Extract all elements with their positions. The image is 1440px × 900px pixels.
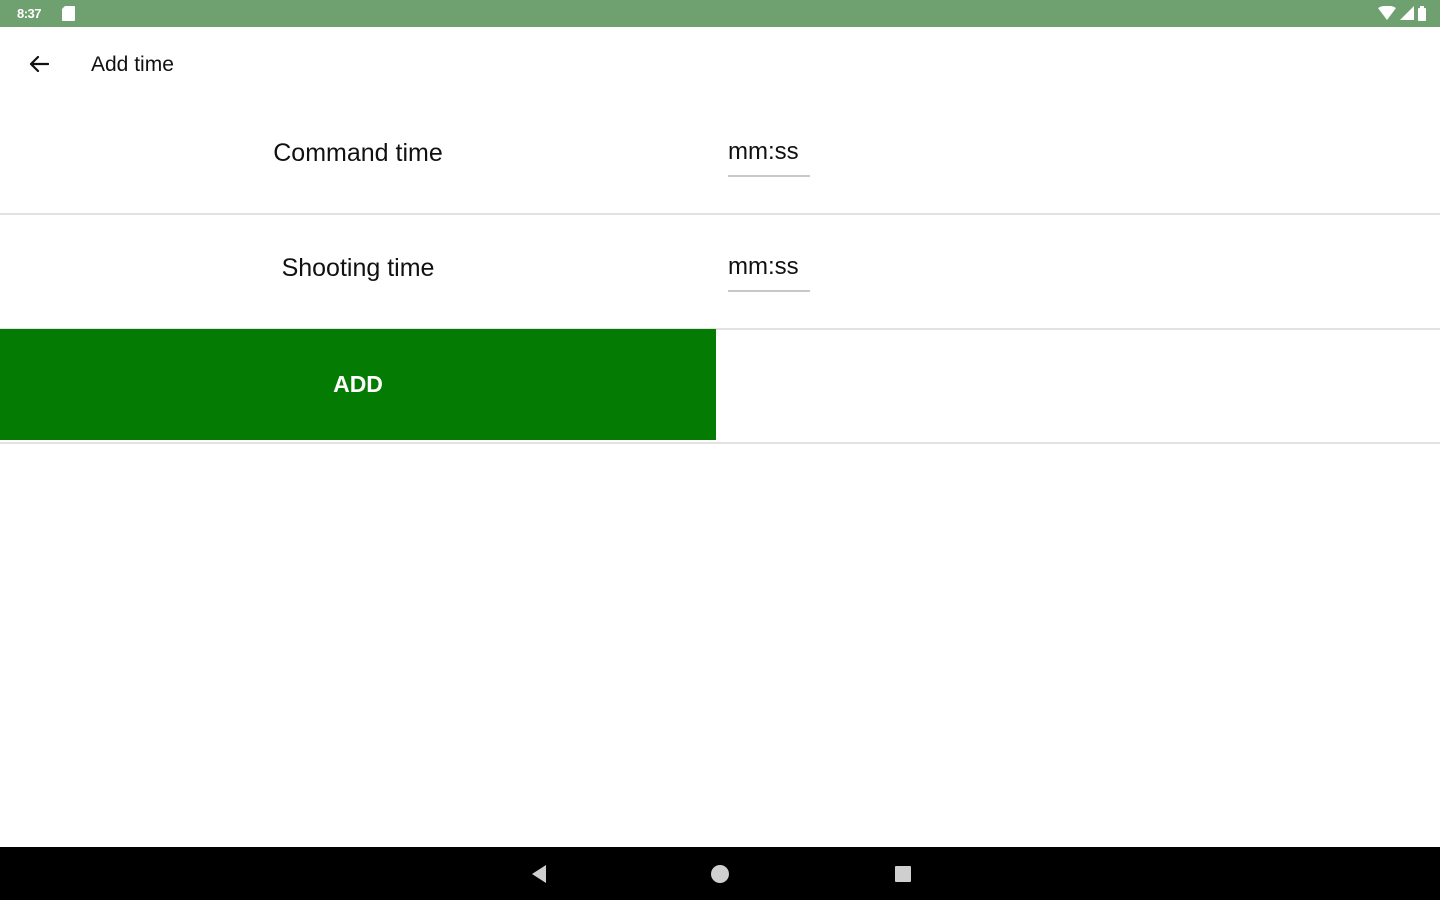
nav-home-icon [711,865,729,883]
nav-back-icon [532,865,546,883]
status-bar: 8:37 [0,0,1440,27]
wifi-icon [1378,6,1396,20]
arrow-back-icon [29,55,49,73]
page-title: Add time [91,53,174,76]
status-time: 8:37 [17,6,42,21]
nav-recents-icon [895,866,911,882]
app-bar: Add time [0,27,1440,101]
navigation-bar [0,847,1440,900]
shooting-time-row: Shooting time [0,214,1440,330]
add-row: ADD [0,328,1440,444]
shooting-time-label: Shooting time [281,254,435,282]
battery-icon [1418,5,1426,21]
sd-card-icon [62,6,75,21]
back-button[interactable] [22,49,56,79]
add-button[interactable]: ADD [0,329,716,440]
nav-home-button[interactable] [707,861,733,887]
nav-recents-button[interactable] [890,861,916,887]
command-time-input[interactable] [728,129,810,177]
cell-signal-icon [1400,6,1414,20]
system-icons [1378,5,1426,21]
nav-back-button[interactable] [526,861,552,887]
shooting-time-input[interactable] [728,244,810,292]
command-time-label: Command time [273,139,443,167]
command-time-row: Command time [0,99,1440,215]
